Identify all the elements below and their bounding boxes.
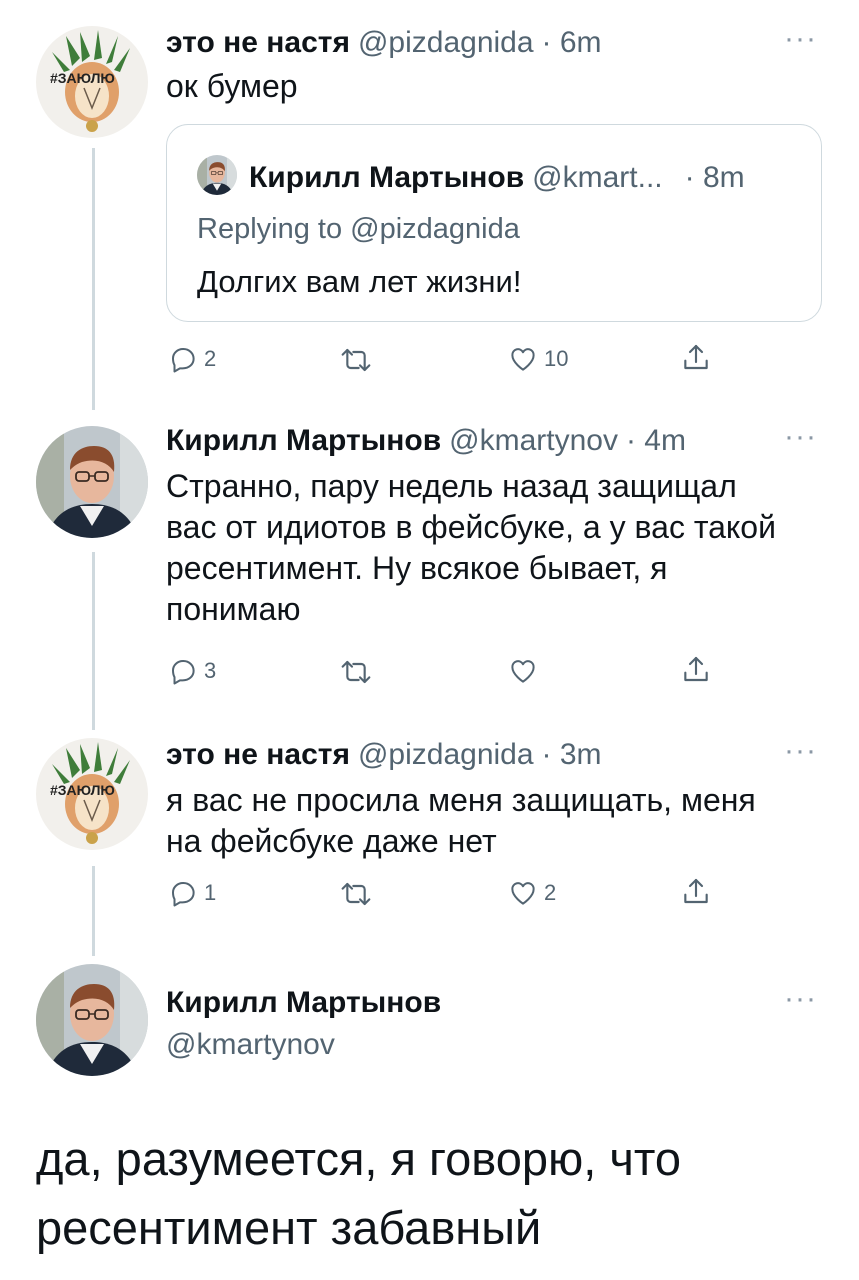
tweet-text-line: ресентимент забавный xyxy=(36,1201,542,1254)
avatar[interactable] xyxy=(36,426,148,538)
share-button[interactable] xyxy=(680,342,712,374)
share-button[interactable] xyxy=(680,654,712,686)
author-name[interactable]: Кирилл Мартынов xyxy=(166,986,441,1020)
like-count: 10 xyxy=(544,346,569,371)
author-handle[interactable]: @kmartynov xyxy=(449,424,618,458)
avatar[interactable] xyxy=(36,964,148,1076)
reply-button[interactable]: 2 xyxy=(168,344,216,374)
like-button[interactable] xyxy=(508,656,538,686)
tweet-text-line: вас от идиотов в фейсбуке, а у вас такой xyxy=(166,509,776,545)
heart-icon xyxy=(508,344,538,374)
replying-to: Replying to @pizdagnida xyxy=(197,213,520,245)
heart-icon xyxy=(508,878,538,908)
thread-line xyxy=(92,866,95,956)
thread-line xyxy=(92,148,95,410)
tweet-text-line: Странно, пару недель назад защищал xyxy=(166,468,737,504)
reply-icon xyxy=(168,656,198,686)
quoted-tweet[interactable]: Кирилл Мартынов @kmart... · 8m Replying … xyxy=(166,124,822,322)
author-handle[interactable]: @kmartynov xyxy=(166,1028,335,1062)
share-icon xyxy=(680,342,712,374)
reply-count: 1 xyxy=(204,880,217,905)
heart-icon xyxy=(508,656,538,686)
tweet-time[interactable]: · 6m xyxy=(542,26,602,60)
avatar-text: #ЗАЮЛЮ xyxy=(50,782,115,798)
quote-avatar xyxy=(197,155,237,195)
tweet-text-line: на фейсбуке даже нет xyxy=(166,823,497,859)
tweet-text: ок бумер xyxy=(166,68,298,104)
retweet-icon xyxy=(340,656,372,688)
retweet-button[interactable] xyxy=(340,656,372,688)
reply-icon xyxy=(168,344,198,374)
avatar-text: #ЗАЮЛЮ xyxy=(50,70,115,86)
more-dots-icon[interactable]: ··· xyxy=(784,24,817,54)
thread-line xyxy=(92,552,95,730)
reply-button[interactable]: 3 xyxy=(168,656,216,686)
share-button[interactable] xyxy=(680,876,712,908)
more-dots-icon[interactable]: ··· xyxy=(784,736,817,766)
author-name[interactable]: это не настя xyxy=(166,738,350,772)
retweet-button[interactable] xyxy=(340,344,372,376)
quote-text: Долгих вам лет жизни! xyxy=(197,264,522,299)
quote-author-handle: @kmart... xyxy=(532,161,663,194)
share-icon xyxy=(680,654,712,686)
author-handle[interactable]: @pizdagnida xyxy=(358,738,534,772)
retweet-icon xyxy=(340,344,372,376)
share-icon xyxy=(680,876,712,908)
reply-count: 3 xyxy=(204,658,217,683)
more-dots-icon[interactable]: ··· xyxy=(784,422,817,452)
author-name[interactable]: Кирилл Мартынов xyxy=(166,424,441,458)
quote-author-name: Кирилл Мартынов xyxy=(249,161,525,194)
tweet-text-line: я вас не просила меня защищать, меня xyxy=(166,782,756,818)
author-name[interactable]: это не настя xyxy=(166,26,350,60)
author-handle[interactable]: @pizdagnida xyxy=(358,26,534,60)
tweet-time[interactable]: · 4m xyxy=(626,424,686,458)
tweet-text-line: ресентимент. Ну всякое бывает, я xyxy=(166,550,668,586)
tweet-text-line: понимаю xyxy=(166,591,301,627)
like-button[interactable]: 2 xyxy=(508,878,556,908)
retweet-icon xyxy=(340,878,372,910)
avatar[interactable]: #ЗАЮЛЮ xyxy=(36,738,148,850)
quote-time: · 8m xyxy=(684,161,745,194)
reply-count: 2 xyxy=(204,346,217,371)
retweet-button[interactable] xyxy=(340,878,372,910)
more-dots-icon[interactable]: ··· xyxy=(784,984,817,1014)
avatar[interactable]: #ЗАЮЛЮ xyxy=(36,26,148,138)
like-button[interactable]: 10 xyxy=(508,344,568,374)
like-count: 2 xyxy=(544,880,557,905)
tweet-time[interactable]: · 3m xyxy=(542,738,602,772)
reply-icon xyxy=(168,878,198,908)
reply-button[interactable]: 1 xyxy=(168,878,216,908)
tweet-text-line: да, разумеется, я говорю, что xyxy=(36,1132,681,1185)
